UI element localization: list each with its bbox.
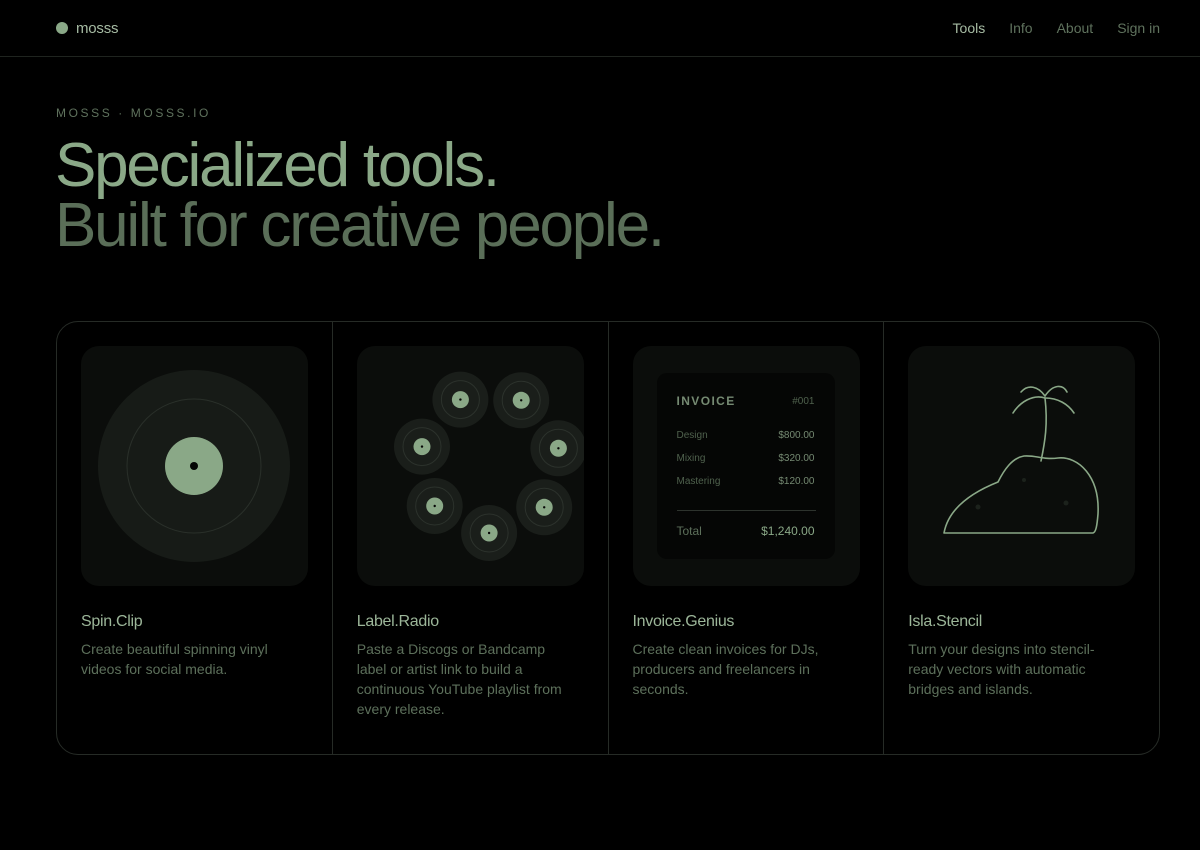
nav-link-sign-in[interactable]: Sign in (1117, 18, 1160, 38)
nav-link-info[interactable]: Info (1009, 18, 1032, 38)
logo-dot-icon (56, 22, 68, 34)
mini-record-icon (492, 372, 549, 429)
mini-record-icon (530, 420, 584, 477)
total-amount: $1,240.00 (761, 524, 815, 538)
card-title: Label.Radio (356, 613, 439, 630)
tool-card-label-radio[interactable]: Label.Radio Paste a Discogs or Bandcamp … (333, 322, 609, 754)
brand-logo[interactable]: mosss (56, 18, 119, 38)
mini-record-icon (460, 505, 517, 561)
line-item-amount: $320.00 (778, 453, 815, 464)
isla-stencil-thumbnail (908, 346, 1136, 586)
mini-record-icon (406, 478, 463, 534)
headline-line-2: Built for creative people. (55, 191, 665, 260)
line-item-label: Design (676, 430, 708, 441)
hero-headline: Specialized tools. Built for creative pe… (55, 131, 665, 260)
headline-line-1: Specialized tools. (55, 131, 500, 200)
hero-eyebrow: MOSSS · MOSSS.IO (56, 106, 211, 120)
card-title: Isla.Stencil (908, 613, 983, 630)
nav-link-tools[interactable]: Tools (953, 18, 986, 38)
island-palm-icon (943, 385, 1100, 534)
mini-record-icon (432, 371, 489, 428)
top-nav: mosss Tools Info About Sign in (0, 0, 1200, 57)
record-ring-icon (393, 371, 584, 561)
invoice-number: #001 (792, 396, 815, 407)
brand-name: mosss (76, 19, 119, 37)
invoice-divider (676, 510, 816, 511)
tools-grid: Spin.Clip Create beautiful spinning viny… (56, 321, 1160, 755)
invoice-title: INVOICE (676, 394, 736, 408)
invoice-genius-thumbnail: INVOICE #001 Design $800.00 Mixing $320.… (632, 346, 860, 586)
invoice-line-item: Mastering $120.00 (677, 476, 815, 490)
spin-clip-thumbnail (81, 346, 308, 586)
line-item-amount: $800.00 (778, 430, 815, 441)
line-item-label: Mastering (676, 476, 721, 487)
card-title: Spin.Clip (81, 613, 143, 630)
line-item-amount: $120.00 (778, 476, 815, 487)
mini-record-icon (393, 418, 450, 475)
card-description: Create clean invoices for DJs, producers… (632, 641, 819, 697)
card-description: Turn your designs into stencil-ready vec… (908, 641, 1095, 697)
line-item-label: Mixing (676, 453, 706, 464)
card-description: Create beautiful spinning vinyl videos f… (81, 641, 268, 677)
invoice-icon: INVOICE #001 Design $800.00 Mixing $320.… (656, 373, 835, 559)
tool-card-spin-clip[interactable]: Spin.Clip Create beautiful spinning viny… (57, 322, 333, 754)
nav-link-about[interactable]: About (1057, 18, 1094, 38)
nav-links: Tools Info About Sign in (929, 18, 1160, 38)
card-description: Paste a Discogs or Bandcamp label or art… (356, 641, 562, 717)
label-radio-thumbnail (356, 346, 584, 586)
total-label: Total (676, 524, 702, 538)
invoice-line-item: Design $800.00 (677, 430, 815, 444)
vinyl-record-icon (98, 370, 290, 562)
mini-record-icon (515, 479, 572, 536)
tool-card-isla-stencil[interactable]: Isla.Stencil Turn your designs into sten… (884, 322, 1159, 754)
card-title: Invoice.Genius (632, 613, 735, 630)
invoice-line-item: Mixing $320.00 (677, 453, 815, 467)
tool-card-invoice-genius[interactable]: INVOICE #001 Design $800.00 Mixing $320.… (609, 322, 885, 754)
